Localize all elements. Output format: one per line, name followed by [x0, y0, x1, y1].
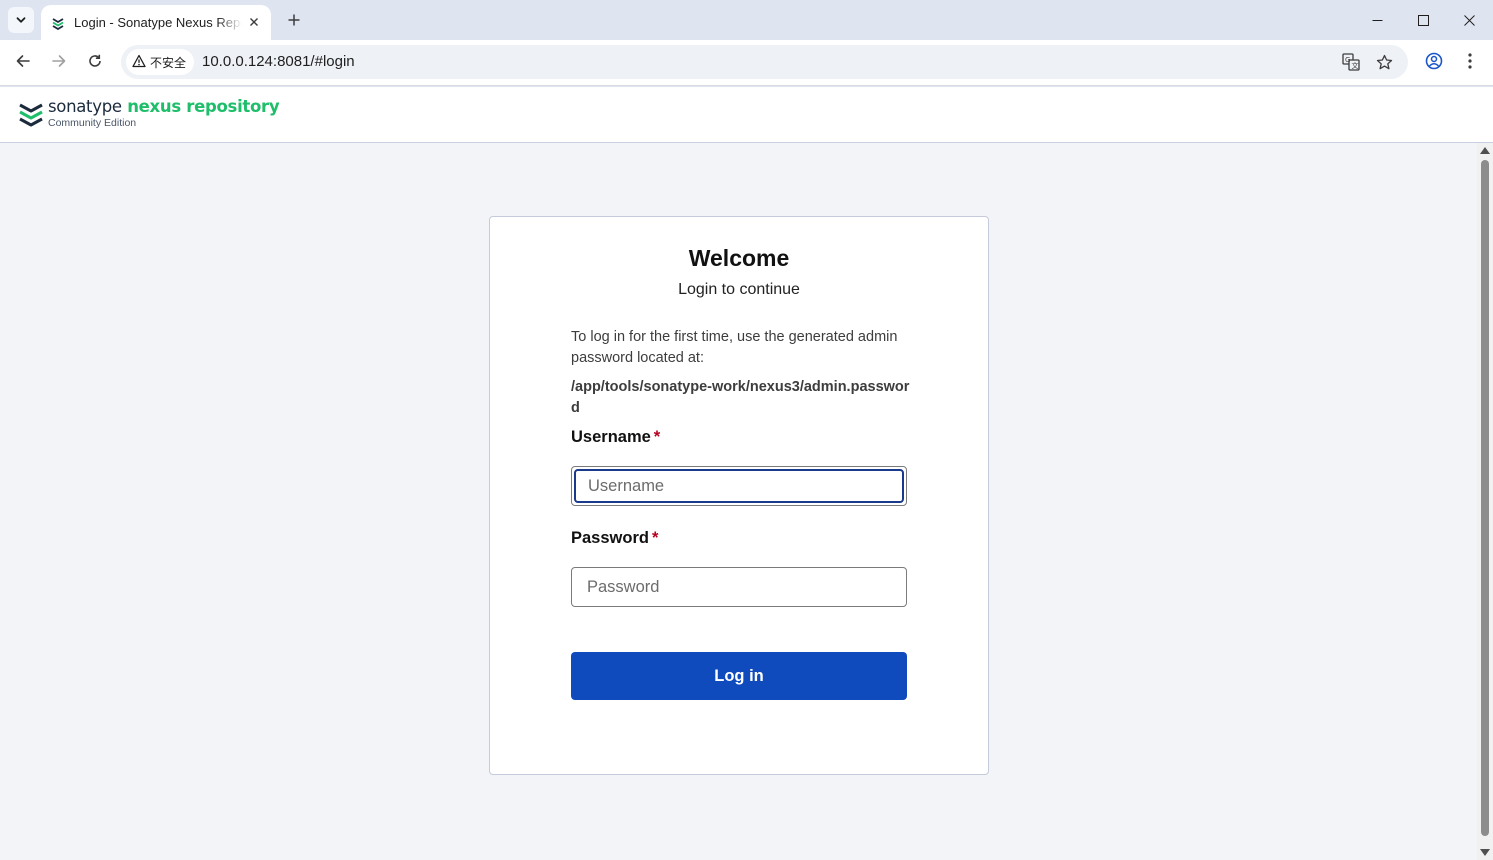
tab-title: Login - Sonatype Nexus Repository [74, 15, 242, 30]
plus-icon [288, 11, 300, 30]
svg-text:G: G [1345, 56, 1350, 64]
username-label: Username * [571, 428, 660, 447]
security-label: 不安全 [150, 55, 187, 70]
reload-icon [87, 53, 103, 73]
browser-tab-strip: Login - Sonatype Nexus Repository [0, 0, 1493, 40]
back-button[interactable] [9, 49, 37, 77]
close-window-button[interactable] [1454, 6, 1484, 34]
account-circle-icon [1425, 52, 1443, 74]
bookmark-star-icon[interactable] [1374, 52, 1394, 72]
logo-wordmark: sonatype nexus repository Community Edit… [48, 97, 280, 130]
required-marker: * [651, 529, 659, 547]
brand-sonatype: sonatype [48, 97, 122, 116]
brand-edition: Community Edition [48, 117, 137, 129]
svg-text:文: 文 [1352, 61, 1359, 70]
maximize-icon [1417, 11, 1429, 30]
arrow-left-icon [15, 53, 31, 73]
new-tab-button[interactable] [282, 8, 306, 32]
password-label: Password * [571, 529, 658, 548]
login-heading: Welcome [688, 245, 790, 271]
vertical-scrollbar[interactable] [1477, 143, 1493, 860]
minimize-icon [1372, 11, 1383, 30]
browser-toolbar: 不安全 10.0.0.124:8081/#login G文 [0, 40, 1493, 86]
warning-icon [132, 53, 146, 72]
scroll-down-arrow-icon[interactable] [1480, 849, 1490, 856]
brand-product: nexus repository [127, 97, 280, 116]
browser-tab-active[interactable]: Login - Sonatype Nexus Repository [41, 5, 271, 40]
address-bar[interactable]: 不安全 10.0.0.124:8081/#login G文 [121, 45, 1408, 79]
username-label-text: Username [571, 428, 651, 446]
nexus-logo[interactable]: sonatype nexus repository Community Edit… [18, 97, 280, 130]
login-card: Welcome Login to continue To log in for … [489, 216, 989, 775]
close-icon [1463, 11, 1475, 30]
reload-button[interactable] [81, 49, 109, 77]
password-field-wrapper [571, 567, 907, 607]
admin-password-path: /app/tools/sonatype-work/nexus3/admin.pa… [571, 379, 910, 416]
nexus-favicon-icon [50, 15, 66, 31]
required-marker: * [653, 428, 661, 446]
minimize-button[interactable] [1362, 6, 1392, 34]
security-indicator[interactable]: 不安全 [126, 49, 195, 75]
browser-menu-button[interactable] [1457, 50, 1483, 76]
more-vertical-icon [1468, 53, 1472, 73]
forward-button[interactable] [45, 49, 73, 77]
tab-search-button[interactable] [8, 7, 34, 33]
maximize-button[interactable] [1408, 6, 1438, 34]
app-header: sonatype nexus repository Community Edit… [0, 87, 1493, 143]
first-login-info: To log in for the first time, use the ge… [571, 329, 898, 366]
username-input[interactable] [574, 469, 904, 503]
login-button[interactable]: Log in [571, 652, 907, 700]
nexus-logo-icon [18, 100, 44, 128]
chevron-down-icon [15, 11, 27, 30]
scrollbar-thumb[interactable] [1481, 160, 1489, 836]
scroll-up-arrow-icon[interactable] [1480, 147, 1490, 154]
username-field-wrapper [571, 466, 907, 506]
url-text[interactable]: 10.0.0.124:8081/#login [202, 53, 355, 70]
tab-close-icon[interactable] [245, 13, 263, 31]
arrow-right-icon [51, 53, 67, 73]
page-viewport: sonatype nexus repository Community Edit… [0, 87, 1493, 860]
login-subheading: Login to continue [678, 281, 800, 298]
password-input[interactable] [571, 567, 907, 607]
translate-icon[interactable]: G文 [1341, 52, 1361, 72]
password-label-text: Password [571, 529, 649, 547]
profile-button[interactable] [1421, 50, 1447, 76]
